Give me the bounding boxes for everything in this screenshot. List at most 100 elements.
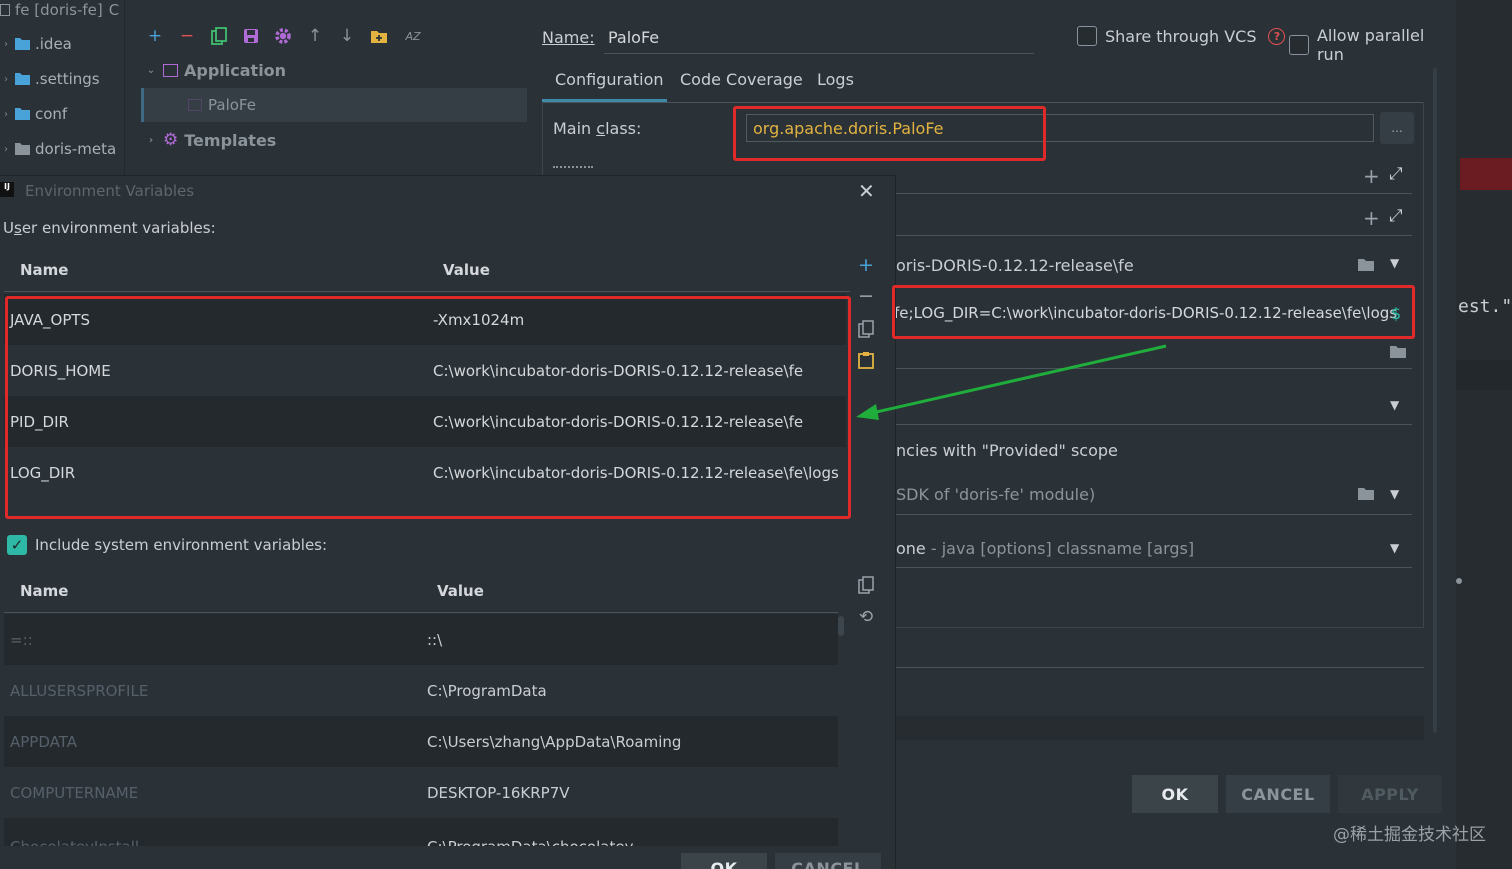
chevron-down-icon[interactable]: ▼: [1390, 398, 1399, 412]
jre-value[interactable]: SDK of 'doris-fe' module): [896, 485, 1095, 504]
close-icon[interactable]: ✕: [858, 179, 875, 203]
system-table-header: Name Value: [4, 569, 838, 613]
help-icon[interactable]: ?: [1268, 27, 1286, 45]
cancel-button[interactable]: CANCEL: [1226, 775, 1330, 813]
code-snippet: est.": [1458, 296, 1512, 317]
env-var-value: C:\ProgramData: [427, 681, 547, 700]
edit-templates-button[interactable]: [271, 24, 295, 48]
remove-icon[interactable]: −: [856, 285, 876, 307]
tree-item-label: .settings: [35, 70, 100, 88]
intellij-logo-icon: IJ: [0, 182, 14, 197]
col-name-header[interactable]: Name: [20, 582, 68, 600]
scrollbar[interactable]: [1433, 68, 1437, 733]
folder-icon: [15, 143, 30, 155]
dialog-cancel-button[interactable]: CANCEL: [775, 853, 881, 869]
table-row[interactable]: JAVA_OPTS -Xmx1024m: [4, 294, 846, 345]
copy-icon[interactable]: [856, 319, 876, 339]
chevron-right-icon: ›: [4, 38, 8, 50]
env-variables-field[interactable]: fe;LOG_DIR=C:\work\incubator-doris-DORIS…: [894, 292, 1412, 334]
ok-button[interactable]: OK: [1132, 775, 1218, 813]
sort-button[interactable]: AZ: [401, 24, 425, 48]
before-launch-line: [896, 667, 1424, 668]
expand-icon[interactable]: ⤢: [1389, 164, 1403, 184]
apply-button[interactable]: APPLY: [1338, 775, 1442, 813]
add-icon[interactable]: +: [1363, 164, 1380, 188]
shorten-cmd-field[interactable]: one - java [options] classname [args]: [896, 539, 1194, 558]
workdir-value[interactable]: oris-DORIS-0.12.12-release\fe: [896, 256, 1134, 275]
reset-icon[interactable]: ⟲: [856, 607, 876, 627]
main-class-label: Main class:: [553, 119, 642, 138]
parallel-run-checkbox[interactable]: Allow parallel run: [1289, 26, 1456, 64]
copy-icon: [211, 27, 227, 45]
chevron-down-icon[interactable]: ▼: [1390, 487, 1399, 501]
chevron-down-icon[interactable]: ▼: [1390, 256, 1399, 270]
remove-config-button[interactable]: −: [175, 24, 199, 48]
folder-icon[interactable]: [1357, 487, 1375, 501]
checkbox-box: [1289, 35, 1309, 55]
env-var-value: DESKTOP-16KRP7V: [427, 783, 570, 802]
table-row[interactable]: COMPUTERNAME DESKTOP-16KRP7V: [4, 767, 838, 818]
name-input[interactable]: PaloFe: [604, 22, 1034, 54]
add-config-button[interactable]: +: [143, 24, 167, 48]
dollar-icon[interactable]: $: [1391, 304, 1401, 323]
parallel-run-label: Allow parallel run: [1316, 26, 1425, 64]
table-row[interactable]: PID_DIR C:\work\incubator-doris-DORIS-0.1…: [4, 396, 846, 447]
palofe-label: PaloFe: [208, 96, 256, 114]
add-icon[interactable]: +: [856, 254, 876, 276]
env-var-name: =::: [10, 630, 33, 649]
folder-icon[interactable]: [1389, 345, 1407, 359]
folder-icon: [15, 73, 30, 85]
tree-item[interactable]: › .settings: [0, 65, 100, 93]
browse-main-class-button[interactable]: ...: [1380, 112, 1414, 144]
col-name-header[interactable]: Name: [20, 261, 68, 279]
application-icon: [163, 63, 178, 77]
env-var-name: COMPUTERNAME: [10, 783, 139, 802]
tree-item-label: doris-meta: [35, 140, 117, 158]
project-root[interactable]: fe [doris-fe] C: [0, 0, 119, 24]
scrollbar[interactable]: [838, 616, 844, 636]
table-row[interactable]: ChocolateyInstall C:\ProgramData\chocolat…: [4, 818, 838, 846]
move-up-button[interactable]: ↑: [303, 24, 327, 48]
shorten-cmd-hint: - java [options] classname [args]: [925, 539, 1195, 558]
tree-item[interactable]: › conf: [0, 100, 67, 128]
expand-icon[interactable]: ⤢: [1389, 206, 1403, 226]
col-value-header[interactable]: Value: [443, 261, 490, 279]
chevron-right-icon: ›: [4, 143, 8, 155]
jre-line: [896, 514, 1412, 515]
include-system-checkbox[interactable]: ✓ Include system environment variables:: [7, 535, 327, 555]
table-row[interactable]: LOG_DIR C:\work\incubator-doris-DORIS-0.1…: [4, 447, 846, 498]
col-value-header[interactable]: Value: [437, 582, 484, 600]
add-icon[interactable]: +: [1363, 206, 1380, 230]
share-vcs-checkbox[interactable]: Share through VCS ?: [1077, 26, 1286, 46]
folder-icon[interactable]: [1357, 258, 1375, 272]
table-row[interactable]: ALLUSERSPROFILE C:\ProgramData: [4, 665, 838, 716]
table-row[interactable]: =::::\: [4, 614, 838, 665]
add-icon: +: [147, 26, 163, 46]
env-var-value: C:\work\incubator-doris-DORIS-0.12.12-re…: [433, 463, 839, 482]
code-editor-strip: est.": [1456, 0, 1512, 869]
env-var-name: APPDATA: [10, 732, 77, 751]
tab-configuration[interactable]: Configuration: [555, 70, 664, 102]
dialog-ok-button[interactable]: OK: [681, 853, 767, 869]
application-label: Application: [184, 60, 287, 80]
config-item-palofe[interactable]: PaloFe: [141, 88, 527, 122]
config-group-templates[interactable]: › ⚙ Templates: [145, 127, 276, 153]
dialog-title: Environment Variables: [25, 182, 195, 200]
move-down-button[interactable]: ↓: [335, 24, 359, 48]
table-row[interactable]: APPDATA C:\Users\zhang\AppData\Roaming: [4, 716, 838, 767]
tree-item[interactable]: › .idea: [0, 30, 72, 58]
copy-config-button[interactable]: [207, 24, 231, 48]
arrow-down-icon: ↓: [339, 26, 355, 46]
config-group-application[interactable]: ⌄ Application: [145, 57, 286, 83]
copy-icon[interactable]: [856, 575, 876, 595]
tab-code-coverage[interactable]: Code Coverage: [680, 70, 803, 102]
gear-icon: ⚙: [163, 130, 179, 150]
vm-options-label-fragment: [553, 166, 593, 170]
new-folder-button[interactable]: [367, 24, 391, 48]
tree-item[interactable]: › doris-meta: [0, 135, 116, 163]
main-class-input[interactable]: org.apache.doris.PaloFe: [746, 114, 1374, 142]
table-row[interactable]: DORIS_HOME C:\work\incubator-doris-DORIS-…: [4, 345, 846, 396]
save-config-button[interactable]: [239, 24, 263, 48]
tab-logs[interactable]: Logs: [817, 70, 854, 102]
chevron-down-icon[interactable]: ▼: [1390, 541, 1399, 555]
